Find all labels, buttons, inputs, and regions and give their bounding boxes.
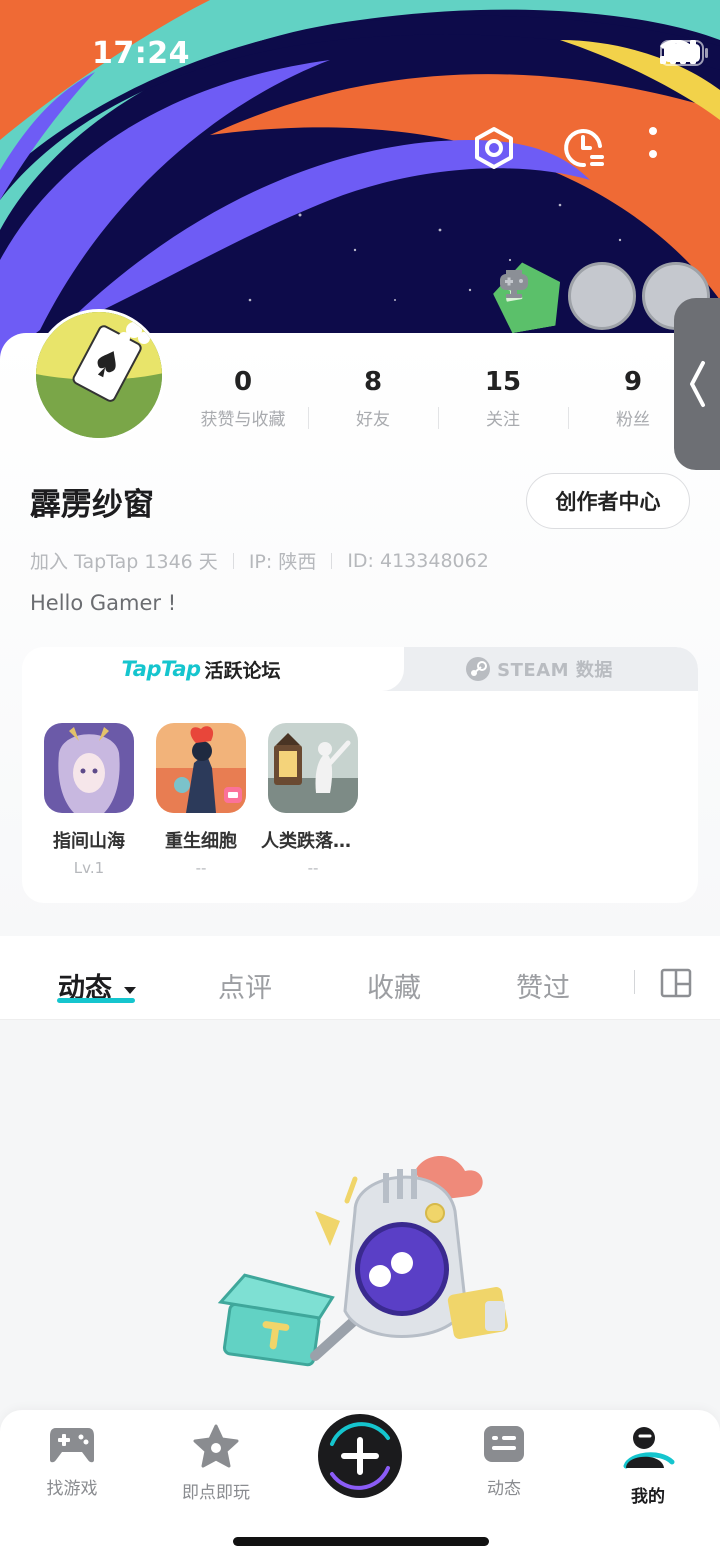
side-drawer-handle[interactable]	[674, 298, 720, 470]
tab-favorites[interactable]: 收藏	[367, 966, 421, 1005]
stat-following[interactable]: 15 关注	[438, 367, 568, 430]
nav-feed[interactable]: 动态	[449, 1424, 559, 1499]
stat-value: 15	[484, 367, 522, 397]
game-icon	[156, 723, 246, 813]
game-icon	[268, 723, 358, 813]
chevron-left-icon	[690, 361, 705, 407]
stat-value: 0	[233, 367, 253, 397]
forum-game-list: 指间山海 Lv.1 重生细胞 -- 人类跌落梦境 --	[44, 723, 365, 877]
gamepad-badge-icon	[500, 274, 528, 290]
game-item[interactable]: 重生细胞 --	[156, 723, 246, 877]
tab-liked[interactable]: 赞过	[516, 966, 570, 1005]
ip-location: IP: 陕西	[248, 551, 317, 573]
username: 霹雳纱窗	[30, 487, 154, 523]
gamepad-icon	[50, 1428, 94, 1463]
caret-down-icon	[124, 986, 137, 994]
stat-value: 8	[363, 367, 383, 397]
achievement-badge[interactable]	[506, 262, 636, 330]
banner-actions	[0, 126, 720, 176]
meta-divider	[232, 552, 234, 569]
home-indicator	[233, 1537, 489, 1546]
plus-icon	[330, 1422, 390, 1490]
settings-button[interactable]	[473, 126, 521, 174]
active-tab-indicator	[57, 998, 135, 1003]
nav-find-games[interactable]: 找游戏	[17, 1424, 127, 1499]
game-item[interactable]: 人类跌落梦境 --	[261, 723, 365, 877]
feed-empty-state	[0, 1021, 720, 1411]
game-item[interactable]: 指间山海 Lv.1	[44, 723, 134, 877]
forum-tabs: STEAM 数据 TapTap 活跃论坛	[22, 647, 698, 691]
game-icon	[44, 723, 134, 813]
steam-tab-label: STEAM 数据	[497, 660, 613, 681]
creator-center-button[interactable]: 创作者中心	[526, 473, 690, 529]
profile-stats: 0 获赞与收藏 8 好友 15 关注 9 粉丝	[178, 367, 698, 430]
tab-active-forum[interactable]: TapTap 活跃论坛	[22, 647, 380, 691]
steam-icon	[466, 657, 491, 681]
avatar-image	[36, 312, 162, 438]
game-name: 指间山海	[53, 831, 125, 852]
join-days: 加入 TapTap 1346 天	[30, 551, 218, 573]
status-bar: 17:24	[0, 0, 720, 100]
bio: Hello Gamer !	[30, 591, 177, 615]
history-clock-icon	[564, 129, 604, 168]
game-level: --	[307, 859, 319, 877]
game-artwork	[156, 723, 246, 813]
game-level: --	[195, 859, 207, 877]
game-level: Lv.1	[73, 859, 105, 877]
profile-banner: 17:24	[0, 0, 720, 360]
profile-card: 0 获赞与收藏 8 好友 15 关注 9 粉丝 霹雳纱窗 创作者中心 加入 Ta…	[0, 309, 720, 936]
game-name: 人类跌落梦境	[261, 831, 365, 852]
tab-steam-data[interactable]: STEAM 数据	[380, 647, 698, 691]
user-id[interactable]: ID: 413348062	[347, 550, 488, 572]
game-artwork	[44, 723, 134, 813]
stat-likes[interactable]: 0 获赞与收藏	[178, 367, 308, 430]
nav-label: 动态	[487, 1479, 521, 1499]
status-time: 17:24	[92, 36, 190, 71]
split-layout-icon	[660, 968, 692, 998]
stat-friends[interactable]: 8 好友	[308, 367, 438, 430]
forum-card: STEAM 数据 TapTap 活跃论坛 指间山海 Lv.1 重生细胞 -- 人…	[22, 647, 698, 903]
nav-instant-play[interactable]: 即点即玩	[161, 1424, 271, 1503]
feed-icon	[484, 1426, 524, 1462]
nav-me[interactable]: 我的	[593, 1424, 703, 1507]
hexagon-settings-icon	[475, 127, 513, 169]
forum-tab-label: 活跃论坛	[204, 659, 281, 682]
game-artwork	[268, 723, 358, 813]
history-button[interactable]	[562, 126, 610, 174]
game-name: 重生细胞	[165, 831, 237, 852]
stat-label: 关注	[486, 410, 520, 430]
meta-divider	[331, 552, 333, 569]
profile-meta: 加入 TapTap 1346 天 IP: 陕西 ID: 413348062	[30, 547, 489, 574]
stat-label: 获赞与收藏	[200, 410, 286, 430]
battery-icon	[660, 40, 708, 66]
layout-toggle-button[interactable]	[660, 968, 692, 998]
star-icon	[193, 1424, 239, 1468]
profile-icon	[623, 1427, 675, 1469]
tab-divider-shape	[380, 647, 404, 691]
avatar[interactable]	[33, 309, 165, 441]
taptap-logo: TapTap	[121, 657, 201, 681]
create-post-button[interactable]	[318, 1414, 402, 1498]
more-vertical-icon	[649, 127, 657, 158]
tab-divider	[634, 970, 635, 994]
stat-label: 好友	[356, 410, 390, 430]
knight-mascot-illustration	[217, 1156, 508, 1367]
nav-label: 找游戏	[46, 1479, 98, 1499]
content-tabs: 动态 点评 收藏 赞过	[0, 936, 720, 1020]
tab-reviews[interactable]: 点评	[218, 966, 272, 1005]
nav-label: 即点即玩	[182, 1483, 250, 1503]
nav-label: 我的	[631, 1487, 665, 1507]
more-button[interactable]	[648, 126, 696, 174]
